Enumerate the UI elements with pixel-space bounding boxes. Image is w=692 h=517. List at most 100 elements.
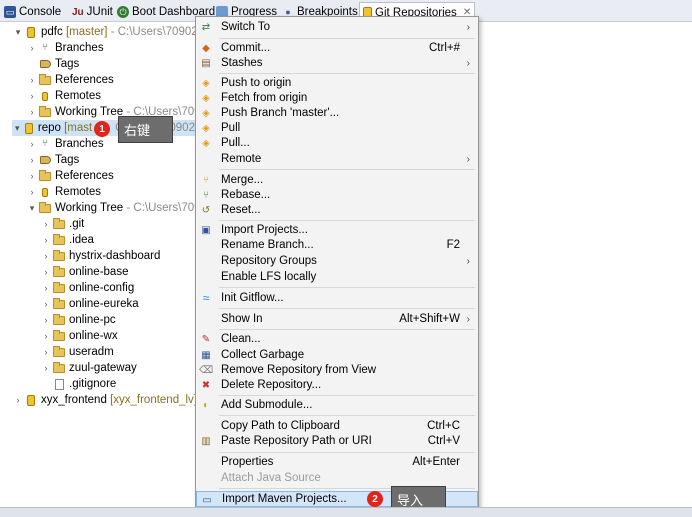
menu-item-paste-path[interactable]: ▥ Paste Repository Path or URI Ctrl+V <box>196 433 478 449</box>
menu-item-reset[interactable]: ↺ Reset... <box>196 202 478 218</box>
shortcut-label: Ctrl+C <box>427 420 460 432</box>
chevron-right-icon[interactable]: › <box>40 312 52 328</box>
chevron-right-icon[interactable]: › <box>12 392 24 408</box>
step-2-badge: 2 <box>367 491 383 507</box>
menu-item-enable-lfs[interactable]: Enable LFS locally <box>196 269 478 285</box>
tree-item-branches[interactable]: › ⑂ Branches <box>26 136 104 152</box>
chevron-down-icon[interactable]: ▾ <box>12 120 23 136</box>
tree-item-references[interactable]: › References <box>26 72 114 88</box>
menu-separator <box>219 395 475 396</box>
menu-item-pull-dialog[interactable]: ◈ Pull... <box>196 135 478 151</box>
menu-item-merge[interactable]: ⑂ Merge... <box>196 172 478 188</box>
menu-item-delete-repository[interactable]: ✖ Delete Repository... <box>196 377 478 393</box>
context-menu: ⇄ Switch To › ◆ Commit... Ctrl+# ▤ Stash… <box>195 16 479 510</box>
menu-item-push-to-origin[interactable]: ◈ Push to origin <box>196 75 478 91</box>
menu-item-stashes[interactable]: ▤ Stashes › <box>196 55 478 71</box>
folder-icon <box>52 217 66 230</box>
menu-item-import-projects[interactable]: ▣ Import Projects... <box>196 222 478 238</box>
tree-item-tags[interactable]: › Tags <box>26 152 80 168</box>
chevron-right-icon[interactable]: › <box>26 40 38 56</box>
commit-icon: ◆ <box>202 42 210 54</box>
tree-item-folder[interactable]: › .git <box>40 216 84 232</box>
tree-item-label: References <box>55 74 114 86</box>
shortcut-label: F2 <box>446 239 460 251</box>
chevron-down-icon[interactable]: ▾ <box>12 24 24 40</box>
tree-item-pdfc[interactable]: ▾ pdfc [master] - C:\Users\70902\ <box>12 24 201 40</box>
menu-item-rebase[interactable]: ⑂ Rebase... <box>196 187 478 203</box>
tree-item-references[interactable]: › References <box>26 168 114 184</box>
menu-item-copy-path[interactable]: Copy Path to Clipboard Ctrl+C <box>196 418 478 434</box>
menu-item-commit[interactable]: ◆ Commit... Ctrl+# <box>196 40 478 56</box>
menu-item-fetch-from-origin[interactable]: ◈ Fetch from origin <box>196 90 478 106</box>
shortcut-label: Alt+Enter <box>412 456 460 468</box>
chevron-right-icon[interactable]: › <box>26 152 38 168</box>
repository-icon <box>24 394 38 406</box>
tree-item-remotes[interactable]: › Remotes <box>26 184 102 200</box>
tree-item-folder[interactable]: › online-eureka <box>40 296 139 312</box>
chevron-right-icon[interactable]: › <box>40 280 52 296</box>
tree-item-branches[interactable]: › ⑂ Branches <box>26 40 104 56</box>
pull-icon: ◈ <box>202 122 210 134</box>
chevron-right-icon[interactable]: › <box>40 296 52 312</box>
tree-item-tags[interactable]: Tags <box>26 56 79 72</box>
reset-icon: ↺ <box>201 204 211 216</box>
tab-junit[interactable]: Ju JUnit <box>72 3 113 21</box>
chevron-right-icon[interactable]: › <box>40 328 52 344</box>
menu-item-add-submodule[interactable]: ◐ Add Submodule... <box>196 397 478 413</box>
tree-item-label: References <box>55 170 114 182</box>
chevron-right-icon[interactable]: › <box>40 216 52 232</box>
chevron-right-icon[interactable]: › <box>26 72 38 88</box>
chevron-right-icon[interactable]: › <box>26 136 38 152</box>
repository-icon <box>24 26 38 38</box>
tree-item-folder[interactable]: › online-config <box>40 280 134 296</box>
tree-item-label: Tags <box>55 58 80 70</box>
chevron-right-icon[interactable]: › <box>26 184 38 200</box>
menu-item-push-branch[interactable]: ◈ Push Branch 'master'... <box>196 105 478 121</box>
tree-item-xyx-frontend[interactable]: › xyx_frontend [xyx_frontend_lv] <box>12 392 198 408</box>
menu-item-repository-groups[interactable]: Repository Groups › <box>196 253 478 269</box>
tree-item-file[interactable]: .gitignore <box>40 376 116 392</box>
folder-icon <box>52 249 66 262</box>
chevron-right-icon[interactable]: › <box>40 232 52 248</box>
menu-item-remove-repository[interactable]: ⌫ Remove Repository from View <box>196 362 478 378</box>
power-icon: ⏻ <box>117 6 129 18</box>
remote-icon <box>38 186 52 198</box>
menu-item-pull[interactable]: ◈ Pull <box>196 120 478 136</box>
submenu-arrow-icon: › <box>466 153 470 165</box>
chevron-right-icon[interactable]: › <box>26 168 38 184</box>
chevron-down-icon[interactable]: ▾ <box>26 200 38 216</box>
tree-item-folder[interactable]: › online-base <box>40 264 128 280</box>
pull-dialog-icon: ◈ <box>202 137 210 149</box>
tree-item-folder[interactable]: › hystrix-dashboard <box>40 248 160 264</box>
menu-item-show-in[interactable]: Show In Alt+Shift+W › <box>196 311 478 327</box>
branch-icon: ⑂ <box>42 42 48 53</box>
tree-item-folder[interactable]: › useradm <box>40 344 114 360</box>
chevron-right-icon[interactable]: › <box>26 104 38 120</box>
junit-icon: Ju <box>72 6 84 18</box>
menu-item-clean[interactable]: ✎ Clean... <box>196 331 478 347</box>
chevron-right-icon[interactable]: › <box>40 360 52 376</box>
chevron-right-icon[interactable]: › <box>40 264 52 280</box>
tree-item-working-tree[interactable]: ▾ Working Tree - C:\Users\709 <box>26 200 201 216</box>
menu-item-init-gitflow[interactable]: ≈ Init Gitflow... <box>196 290 478 306</box>
menu-item-attach-java-source: Attach Java Source <box>221 472 321 484</box>
menu-item-rename-branch[interactable]: Rename Branch... F2 <box>196 237 478 253</box>
tree-item-folder[interactable]: › online-pc <box>40 312 116 328</box>
menu-separator <box>219 169 475 170</box>
menu-item-remote[interactable]: Remote › <box>196 151 478 167</box>
push-icon: ◈ <box>202 77 210 89</box>
chevron-right-icon[interactable]: › <box>26 88 38 104</box>
chevron-right-icon[interactable]: › <box>40 248 52 264</box>
paste-icon: ▥ <box>201 435 211 447</box>
chevron-right-icon[interactable]: › <box>40 344 52 360</box>
submenu-arrow-icon: › <box>466 57 470 69</box>
tree-item-folder[interactable]: › online-wx <box>40 328 118 344</box>
menu-item-properties[interactable]: Properties Alt+Enter <box>196 454 478 470</box>
tree-item-folder[interactable]: › zuul-gateway <box>40 360 137 376</box>
menu-item-switch-to[interactable]: ⇄ Switch To › <box>196 19 478 35</box>
tree-item-working-tree[interactable]: › Working Tree - C:\Users\709 <box>26 104 201 120</box>
tree-item-folder[interactable]: › .idea <box>40 232 94 248</box>
tab-console[interactable]: ▭ Console <box>4 3 61 21</box>
menu-item-collect-garbage[interactable]: ▦ Collect Garbage <box>196 347 478 363</box>
tree-item-remotes[interactable]: › Remotes <box>26 88 102 104</box>
